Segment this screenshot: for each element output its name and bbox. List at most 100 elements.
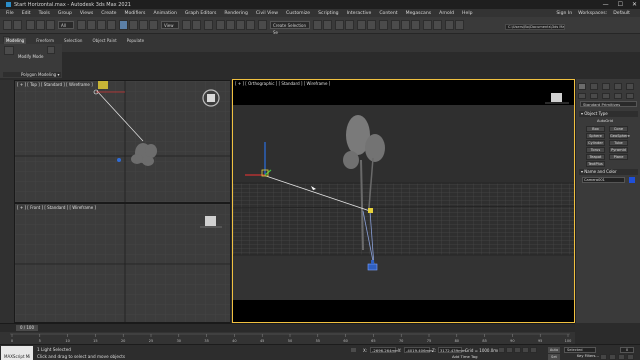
open-explorer-icon[interactable] bbox=[445, 20, 454, 30]
keyboard-shortcut-icon[interactable] bbox=[204, 20, 213, 30]
sphere-button[interactable]: Sphere bbox=[586, 133, 605, 139]
front-viewport-label[interactable]: [ + ] [ Front ] [ Standard ] [ Wireframe… bbox=[17, 205, 96, 210]
go-to-end-icon[interactable] bbox=[530, 347, 537, 353]
select-object-icon[interactable] bbox=[77, 20, 86, 30]
display-tab-icon[interactable] bbox=[626, 83, 634, 90]
angle-snap-icon[interactable] bbox=[226, 20, 235, 30]
menu-scripting[interactable]: Scripting bbox=[318, 11, 338, 16]
name-and-color-rollout[interactable]: ▾ Name and Color bbox=[579, 169, 638, 175]
rendered-frame-window-icon[interactable] bbox=[401, 20, 410, 30]
render-in-cloud-icon[interactable] bbox=[423, 20, 432, 30]
sign-in-link[interactable]: Sign In bbox=[556, 11, 572, 16]
maxscript-listener[interactable]: MAXScript Mi bbox=[1, 346, 33, 360]
geometry-icon[interactable] bbox=[578, 93, 586, 99]
pyramid-button[interactable]: Pyramid bbox=[609, 147, 628, 153]
mirror-icon[interactable] bbox=[313, 20, 322, 30]
pan-view-icon[interactable] bbox=[609, 354, 616, 360]
auto-key-button[interactable]: Auto Key bbox=[548, 347, 560, 358]
toggle-scene-explorer-icon[interactable] bbox=[335, 20, 344, 30]
shapes-icon[interactable] bbox=[590, 93, 598, 99]
select-by-name-icon[interactable] bbox=[87, 20, 96, 30]
selection-filter-dropdown[interactable]: All bbox=[58, 21, 74, 29]
a360-gallery-icon[interactable] bbox=[433, 20, 442, 30]
link-icon[interactable] bbox=[26, 20, 35, 30]
ortho-viewport-label[interactable]: [ + ] [ Orthographic ] [ Standard ] [ Wi… bbox=[235, 81, 330, 86]
top-viewport[interactable]: [ + ] [ Top ] [ Standard ] [ Wireframe ] bbox=[14, 80, 231, 203]
plane-button[interactable]: Plane bbox=[609, 154, 628, 160]
object-color-swatch[interactable] bbox=[629, 177, 635, 183]
menu-file[interactable]: File bbox=[6, 11, 14, 16]
cameras-icon[interactable] bbox=[614, 93, 622, 99]
tab-populate[interactable]: Populate bbox=[127, 38, 144, 44]
camera-target-marker[interactable] bbox=[368, 208, 373, 213]
select-manipulate-icon[interactable] bbox=[192, 20, 201, 30]
minimize-button[interactable]: — bbox=[603, 1, 609, 8]
current-frame-field[interactable]: 0 bbox=[620, 347, 634, 353]
menu-content[interactable]: Content bbox=[379, 11, 397, 16]
schematic-view-icon[interactable] bbox=[367, 20, 376, 30]
tube-button[interactable]: Tube bbox=[609, 140, 628, 146]
next-frame-icon[interactable] bbox=[522, 347, 529, 353]
previous-frame-icon[interactable] bbox=[506, 347, 513, 353]
maximize-button[interactable]: ☐ bbox=[618, 1, 623, 8]
render-setup-icon[interactable] bbox=[391, 20, 400, 30]
align-icon[interactable] bbox=[323, 20, 332, 30]
menu-tools[interactable]: Tools bbox=[39, 11, 50, 16]
menu-views[interactable]: Views bbox=[80, 11, 93, 16]
tab-object-paint[interactable]: Object Paint bbox=[92, 38, 116, 44]
modify-tab-icon[interactable] bbox=[590, 83, 598, 90]
workspaces-dropdown[interactable]: Default bbox=[613, 11, 630, 16]
camera-icon-top[interactable] bbox=[117, 158, 121, 162]
menu-graph-editors[interactable]: Graph Editors bbox=[185, 11, 217, 16]
window-crossing-icon[interactable] bbox=[107, 20, 116, 30]
menu-create[interactable]: Create bbox=[101, 11, 116, 16]
cylinder-button[interactable]: Cylinder bbox=[586, 140, 605, 146]
zoom-extents-icon[interactable] bbox=[600, 354, 607, 360]
light-target-marker[interactable] bbox=[98, 81, 108, 89]
curve-editor-icon[interactable] bbox=[357, 20, 366, 30]
select-and-scale-icon[interactable] bbox=[139, 20, 148, 30]
menu-help[interactable]: Help bbox=[462, 11, 472, 16]
helpers-icon[interactable] bbox=[626, 93, 634, 99]
menu-modifiers[interactable]: Modifiers bbox=[124, 11, 145, 16]
autogrid-checkbox[interactable]: AutoGrid bbox=[596, 119, 614, 125]
hierarchy-tab-icon[interactable] bbox=[602, 83, 610, 90]
edit-named-selection-icon[interactable] bbox=[258, 20, 267, 30]
unlink-icon[interactable] bbox=[36, 20, 45, 30]
orbit-icon[interactable] bbox=[618, 354, 625, 360]
project-path-field[interactable]: C:\Users\Bo\Documents\3ds Max 2021 ▾ bbox=[505, 24, 565, 30]
edit-poly-icon[interactable] bbox=[4, 46, 14, 55]
menu-civil-view[interactable]: Civil View bbox=[256, 11, 278, 16]
primitive-type-dropdown[interactable]: Standard Primitives bbox=[580, 101, 637, 107]
torus-button[interactable]: Torus bbox=[586, 147, 605, 153]
front-viewport[interactable]: [ + ] [ Front ] [ Standard ] [ Wireframe… bbox=[14, 203, 231, 323]
add-time-tag-button[interactable]: Add Time Tag bbox=[452, 354, 477, 359]
set-key-button[interactable]: Set Key bbox=[548, 354, 560, 360]
select-and-rotate-icon[interactable] bbox=[129, 20, 138, 30]
bind-space-warp-icon[interactable] bbox=[46, 20, 55, 30]
tab-selection[interactable]: Selection bbox=[64, 38, 82, 44]
key-selection-dropdown[interactable]: Selected bbox=[564, 347, 596, 353]
close-button[interactable]: ✕ bbox=[632, 1, 637, 8]
undo-icon[interactable] bbox=[3, 20, 12, 30]
play-icon[interactable] bbox=[514, 347, 521, 353]
percent-snap-icon[interactable] bbox=[236, 20, 245, 30]
menu-megascans[interactable]: Megascans bbox=[406, 11, 432, 16]
select-and-move-icon[interactable] bbox=[119, 20, 128, 30]
polygon-modeling-button[interactable]: Polygon Modeling ▾ bbox=[3, 72, 61, 77]
material-editor-icon[interactable] bbox=[379, 20, 388, 30]
snaps-toggle-icon[interactable] bbox=[216, 20, 225, 30]
object-name-field[interactable]: Camera001 bbox=[582, 177, 625, 183]
rectangular-selection-icon[interactable] bbox=[97, 20, 106, 30]
menu-customize[interactable]: Customize bbox=[286, 11, 310, 16]
time-slider[interactable]: 0 / 100 bbox=[0, 323, 575, 332]
menu-rendering[interactable]: Rendering bbox=[224, 11, 247, 16]
go-to-start-icon[interactable] bbox=[498, 347, 505, 353]
object-type-rollout[interactable]: ▾ Object Type bbox=[579, 111, 638, 117]
box-button[interactable]: Box bbox=[586, 126, 605, 132]
x-coord-field[interactable]: -2696.264mm bbox=[370, 347, 399, 353]
redo-icon[interactable] bbox=[13, 20, 22, 30]
geosphere-button[interactable]: GeoSphere bbox=[609, 133, 630, 139]
menu-animation[interactable]: Animation bbox=[153, 11, 176, 16]
maximize-viewport-icon[interactable] bbox=[627, 354, 634, 360]
